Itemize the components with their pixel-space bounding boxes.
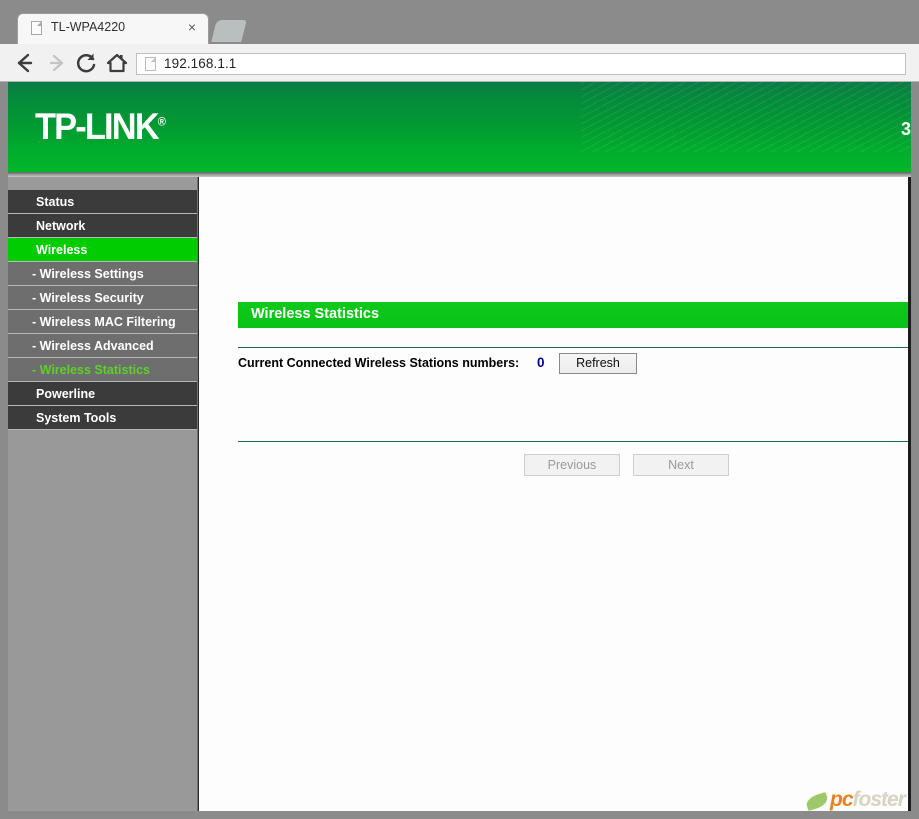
window-frame-bottom xyxy=(0,811,919,819)
page-viewport: TP-LINK® 3 Status Network Wireless - Wir… xyxy=(8,82,911,811)
stations-count-value: 0 xyxy=(537,355,545,370)
sidebar-item-label: - Wireless Advanced xyxy=(32,339,154,353)
divider-bottom xyxy=(238,441,911,442)
tplink-banner: TP-LINK® 3 xyxy=(8,82,911,172)
window-frame-right xyxy=(911,82,919,819)
back-arrow-icon[interactable] xyxy=(12,50,38,76)
window-frame-left xyxy=(0,82,8,819)
url-text: 192.168.1.1 xyxy=(164,56,237,71)
sidebar-menu: Status Network Wireless - Wireless Setti… xyxy=(8,190,197,430)
sidebar-top-gap xyxy=(8,177,197,190)
tab-title: TL-WPA4220 xyxy=(51,20,126,34)
browser-toolbar: 192.168.1.1 xyxy=(0,44,919,82)
tplink-logo-text: TP-LINK xyxy=(35,106,160,147)
sidebar-item-wireless-advanced[interactable]: - Wireless Advanced xyxy=(8,334,197,358)
sidebar-item-label: Powerline xyxy=(36,387,96,401)
registered-mark: ® xyxy=(157,114,166,129)
sidebar-item-status[interactable]: Status xyxy=(8,190,197,214)
content-inner: Wireless Statistics Current Connected Wi… xyxy=(199,177,911,811)
stations-count-label: Current Connected Wireless Stations numb… xyxy=(238,356,520,370)
page-icon xyxy=(145,57,156,71)
reload-icon[interactable] xyxy=(73,50,99,76)
tab-strip: TL-WPA4220 × xyxy=(0,0,919,45)
browser-window: TL-WPA4220 × 192.168.1.1 TP-LINK® 3 Stat… xyxy=(0,0,919,819)
close-icon[interactable]: × xyxy=(185,20,199,35)
sidebar-item-label: - Wireless Statistics xyxy=(32,363,150,377)
browser-tab[interactable]: TL-WPA4220 × xyxy=(18,14,208,45)
divider-top xyxy=(238,347,911,348)
content-panel: Wireless Statistics Current Connected Wi… xyxy=(198,177,911,811)
new-tab-button[interactable] xyxy=(211,20,247,42)
sidebar-item-system-tools[interactable]: System Tools xyxy=(8,406,197,430)
sidebar-item-label: System Tools xyxy=(36,411,117,425)
home-icon[interactable] xyxy=(104,50,130,76)
sidebar-item-wireless[interactable]: Wireless xyxy=(8,238,197,262)
section-title-bar: Wireless Statistics xyxy=(238,302,911,328)
url-bar[interactable]: 192.168.1.1 xyxy=(136,53,906,75)
banner-diagonal-pattern xyxy=(581,82,911,152)
sidebar: Status Network Wireless - Wireless Setti… xyxy=(8,177,198,811)
previous-button[interactable]: Previous xyxy=(524,454,620,476)
forward-arrow-icon xyxy=(43,50,69,76)
banner-model-fragment: 3 xyxy=(900,119,911,139)
tplink-logo: TP-LINK® xyxy=(35,106,166,148)
sidebar-item-wireless-settings[interactable]: - Wireless Settings xyxy=(8,262,197,286)
sidebar-item-label: - Wireless Settings xyxy=(32,267,144,281)
sidebar-item-label: - Wireless MAC Filtering xyxy=(32,315,176,329)
page-icon xyxy=(31,21,42,35)
page-title: Wireless Statistics xyxy=(251,306,380,322)
sidebar-item-label: Wireless xyxy=(36,243,88,257)
sidebar-item-label: - Wireless Security xyxy=(32,291,144,305)
sidebar-item-network[interactable]: Network xyxy=(8,214,197,238)
sidebar-item-label: Network xyxy=(36,219,86,233)
sidebar-item-wireless-security[interactable]: - Wireless Security xyxy=(8,286,197,310)
sidebar-item-label: Status xyxy=(36,195,75,209)
sidebar-item-wireless-mac-filtering[interactable]: - Wireless MAC Filtering xyxy=(8,310,197,334)
sidebar-item-powerline[interactable]: Powerline xyxy=(8,382,197,406)
sidebar-item-wireless-statistics[interactable]: - Wireless Statistics xyxy=(8,358,197,382)
page-body: Status Network Wireless - Wireless Setti… xyxy=(8,177,911,811)
next-button[interactable]: Next xyxy=(633,454,729,476)
refresh-button[interactable]: Refresh xyxy=(559,353,637,374)
